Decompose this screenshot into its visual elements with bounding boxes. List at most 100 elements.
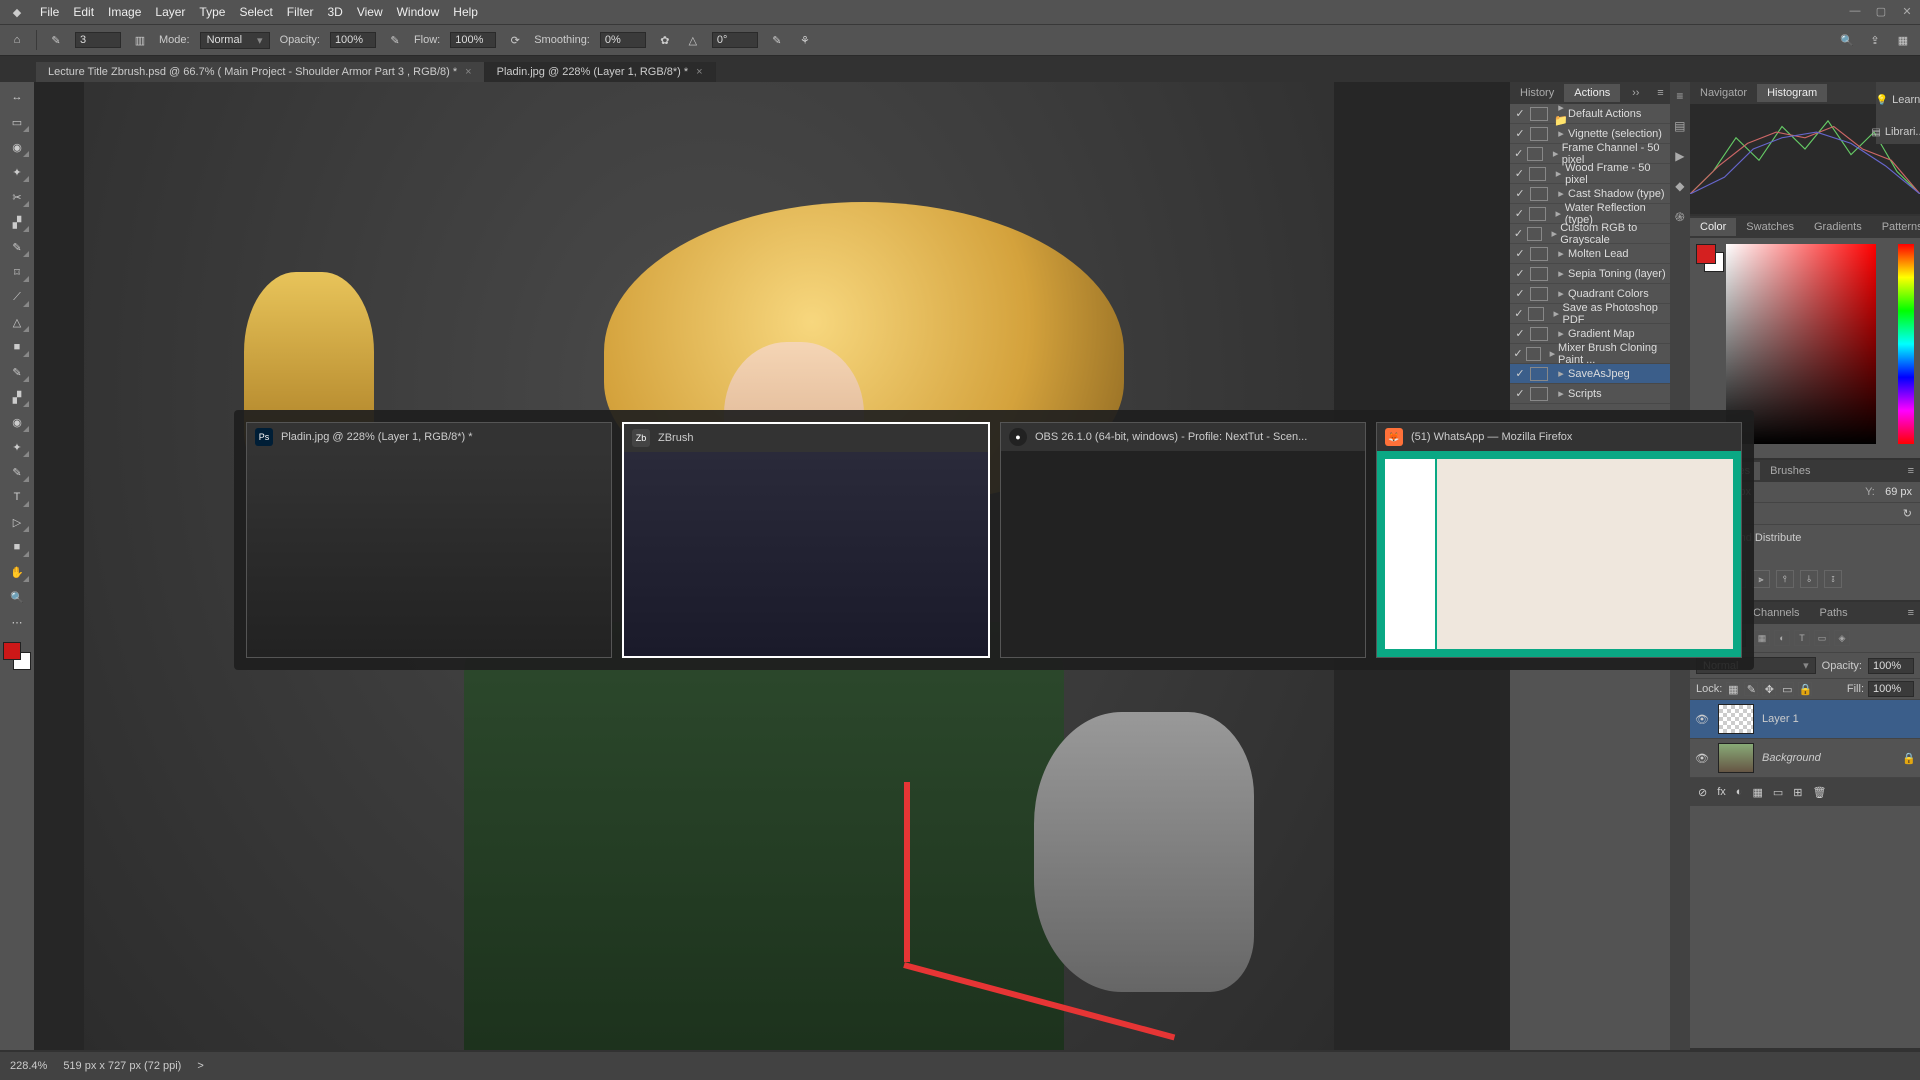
doc-info[interactable]: 519 px x 727 px (72 ppi): [63, 1060, 181, 1072]
move-tool[interactable]: ↔: [4, 86, 30, 108]
lasso-tool[interactable]: ◉: [4, 136, 30, 158]
check-icon[interactable]: ✓: [1510, 207, 1529, 220]
check-icon[interactable]: ✓: [1510, 187, 1530, 200]
check-icon[interactable]: ✓: [1510, 267, 1530, 280]
pen-tool[interactable]: ✎: [4, 461, 30, 483]
check-icon[interactable]: ✓: [1510, 327, 1530, 340]
hand-tool[interactable]: ✋: [4, 561, 30, 583]
dialog-toggle[interactable]: [1528, 307, 1544, 321]
align-right-icon[interactable]: ⫸: [1752, 570, 1770, 588]
wand-tool[interactable]: ✦: [4, 161, 30, 183]
path-tool[interactable]: ▷: [4, 511, 30, 533]
tab-color[interactable]: Color: [1690, 218, 1736, 236]
share-icon[interactable]: ⇪: [1866, 31, 1884, 49]
brush-settings-icon[interactable]: ▥: [131, 31, 149, 49]
action-item[interactable]: ✓ ▸ 📁 Default Actions: [1510, 104, 1670, 124]
chevron-right-icon[interactable]: ▸: [1554, 267, 1568, 280]
menu-filter[interactable]: Filter: [287, 5, 314, 19]
dialog-toggle[interactable]: [1530, 387, 1548, 401]
edit-toolbar[interactable]: ⋯: [4, 611, 30, 633]
tab-history[interactable]: History: [1510, 84, 1564, 102]
panel-icon[interactable]: ֍: [1670, 206, 1690, 226]
action-item[interactable]: ✓ ▸ Scripts: [1510, 384, 1670, 404]
filter-shape-icon[interactable]: ▭: [1814, 630, 1830, 646]
check-icon[interactable]: ✓: [1510, 367, 1530, 380]
menu-window[interactable]: Window: [397, 5, 440, 19]
menu-edit[interactable]: Edit: [73, 5, 94, 19]
chevron-right-icon[interactable]: ▸: [1554, 367, 1568, 380]
tab-brushes[interactable]: Brushes: [1760, 462, 1820, 480]
tab-paths[interactable]: Paths: [1810, 604, 1858, 622]
dialog-toggle[interactable]: [1530, 287, 1548, 301]
pressure-size-icon[interactable]: ✎: [768, 31, 786, 49]
filter-adjust-icon[interactable]: ◐: [1774, 630, 1790, 646]
angle-input[interactable]: 0°: [712, 32, 758, 48]
action-item[interactable]: ✓ ▸ SaveAsJpeg: [1510, 364, 1670, 384]
action-item[interactable]: ✓ ▸ Molten Lead: [1510, 244, 1670, 264]
align-bottom-icon[interactable]: ⫱: [1824, 570, 1842, 588]
menu-type[interactable]: Type: [199, 5, 225, 19]
gradient-tool[interactable]: ▞: [4, 386, 30, 408]
chevron-right-icon[interactable]: ▸: [1554, 127, 1568, 140]
rotate-icon[interactable]: ↻: [1903, 507, 1912, 520]
dodge-tool[interactable]: ✦: [4, 436, 30, 458]
check-icon[interactable]: ✓: [1510, 127, 1530, 140]
crop-tool[interactable]: ✂: [4, 186, 30, 208]
action-item[interactable]: ✓ ▸ Wood Frame - 50 pixel: [1510, 164, 1670, 184]
action-item[interactable]: ✓ ▸ Mixer Brush Cloning Paint ...: [1510, 344, 1670, 364]
stamp-tool[interactable]: △: [4, 311, 30, 333]
zoom-tool[interactable]: 🔍: [4, 586, 30, 608]
collapse-icon[interactable]: ››: [1626, 87, 1645, 99]
visibility-icon[interactable]: 👁: [1694, 713, 1710, 726]
tab-swatches[interactable]: Swatches: [1736, 218, 1804, 236]
window-close[interactable]: ✕: [1898, 2, 1916, 20]
alttab-window[interactable]: 🦊 (51) WhatsApp — Mozilla Firefox: [1376, 422, 1742, 658]
dialog-toggle[interactable]: [1530, 367, 1548, 381]
chevron-right-icon[interactable]: ▸: [1554, 327, 1568, 340]
dialog-toggle[interactable]: [1530, 187, 1548, 201]
workspace-icon[interactable]: ▦: [1894, 31, 1912, 49]
mask-icon[interactable]: ◐: [1736, 786, 1743, 798]
check-icon[interactable]: ✓: [1510, 247, 1530, 260]
zoom-value[interactable]: 228.4%: [10, 1060, 47, 1072]
menu-file[interactable]: File: [40, 5, 59, 19]
check-icon[interactable]: ✓: [1510, 107, 1530, 120]
menu-view[interactable]: View: [357, 5, 383, 19]
check-icon[interactable]: ✓: [1510, 147, 1527, 160]
close-icon[interactable]: ×: [696, 66, 702, 78]
filter-smart-icon[interactable]: ◈: [1834, 630, 1850, 646]
airbrush-icon[interactable]: ⟳: [506, 31, 524, 49]
tab-navigator[interactable]: Navigator: [1690, 84, 1757, 102]
y-value[interactable]: 69 px: [1885, 486, 1912, 498]
window-min[interactable]: —: [1846, 2, 1864, 20]
brush-size-input[interactable]: 3: [75, 32, 121, 48]
tool-preset-icon[interactable]: ✎: [47, 31, 65, 49]
chevron-right-icon[interactable]: ▸: [1554, 287, 1568, 300]
new-layer-icon[interactable]: ⊞: [1793, 786, 1802, 799]
tab-actions[interactable]: Actions: [1564, 84, 1620, 102]
dialog-toggle[interactable]: [1530, 327, 1548, 341]
dialog-toggle[interactable]: [1530, 267, 1548, 281]
check-icon[interactable]: ✓: [1510, 287, 1530, 300]
lock-artboard-icon[interactable]: ▭: [1780, 682, 1794, 696]
alttab-window[interactable]: ● OBS 26.1.0 (64-bit, windows) - Profile…: [1000, 422, 1366, 658]
close-icon[interactable]: ×: [465, 66, 471, 78]
chevron-right-icon[interactable]: ▸: [1552, 207, 1565, 220]
opacity-input[interactable]: 100%: [330, 32, 376, 48]
dialog-toggle[interactable]: [1530, 247, 1548, 261]
layer-opacity-input[interactable]: 100%: [1868, 658, 1914, 674]
chevron-right-icon[interactable]: ▸: [1554, 187, 1568, 200]
check-icon[interactable]: ✓: [1510, 347, 1526, 360]
smoothing-opts-icon[interactable]: ✿: [656, 31, 674, 49]
check-icon[interactable]: ✓: [1510, 307, 1528, 320]
history-brush-tool[interactable]: ■: [4, 336, 30, 358]
visibility-icon[interactable]: 👁: [1694, 752, 1710, 765]
layer-fill-input[interactable]: 100%: [1868, 681, 1914, 697]
eyedropper-tool[interactable]: ✎: [4, 236, 30, 258]
align-top-icon[interactable]: ⫯: [1776, 570, 1794, 588]
panel-icon[interactable]: ◆: [1670, 176, 1690, 196]
marquee-tool[interactable]: ▭: [4, 111, 30, 133]
check-icon[interactable]: ✓: [1510, 227, 1527, 240]
pressure-opacity-icon[interactable]: ✎: [386, 31, 404, 49]
flow-input[interactable]: 100%: [450, 32, 496, 48]
